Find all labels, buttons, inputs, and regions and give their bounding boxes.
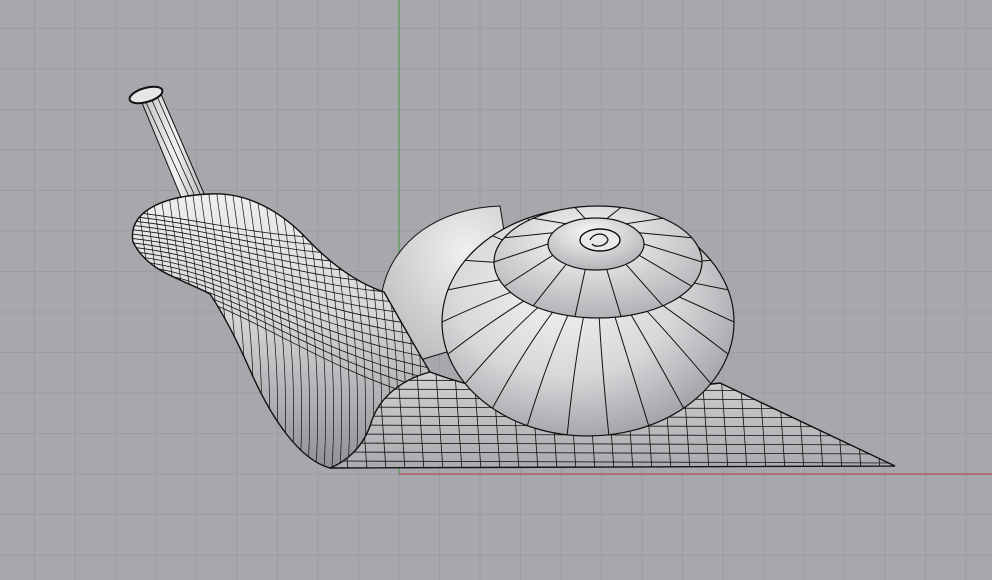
front-viewport[interactable]: [0, 0, 992, 580]
viewport-canvas[interactable]: [0, 0, 992, 580]
shell-whorl-core[interactable]: [579, 228, 621, 252]
